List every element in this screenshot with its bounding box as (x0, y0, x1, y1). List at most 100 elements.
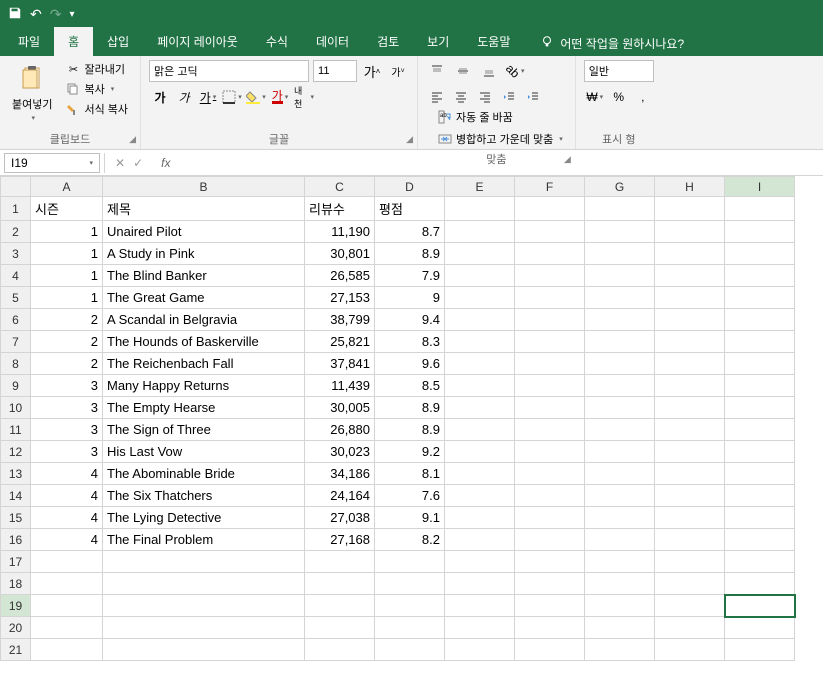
cell-B8[interactable]: The Reichenbach Fall (103, 353, 305, 375)
row-header-20[interactable]: 20 (1, 617, 31, 639)
cell-A15[interactable]: 4 (31, 507, 103, 529)
tab-insert[interactable]: 삽입 (93, 27, 143, 56)
cell-H13[interactable] (655, 463, 725, 485)
bold-button[interactable]: 가 (149, 86, 171, 108)
percent-button[interactable]: % (608, 86, 630, 108)
cell-E21[interactable] (445, 639, 515, 661)
cell-F12[interactable] (515, 441, 585, 463)
cell-E18[interactable] (445, 573, 515, 595)
cell-E19[interactable] (445, 595, 515, 617)
cell-G11[interactable] (585, 419, 655, 441)
cell-F11[interactable] (515, 419, 585, 441)
cell-E17[interactable] (445, 551, 515, 573)
cell-H15[interactable] (655, 507, 725, 529)
col-header-A[interactable]: A (31, 177, 103, 197)
cell-A3[interactable]: 1 (31, 243, 103, 265)
cell-G8[interactable] (585, 353, 655, 375)
font-color-button[interactable]: 가▾ (269, 86, 291, 108)
col-header-F[interactable]: F (515, 177, 585, 197)
row-header-17[interactable]: 17 (1, 551, 31, 573)
cell-I6[interactable] (725, 309, 795, 331)
cell-F3[interactable] (515, 243, 585, 265)
cell-H17[interactable] (655, 551, 725, 573)
cell-H4[interactable] (655, 265, 725, 287)
align-left-button[interactable] (426, 86, 448, 108)
cell-A4[interactable]: 1 (31, 265, 103, 287)
cell-E2[interactable] (445, 221, 515, 243)
cell-B6[interactable]: A Scandal in Belgravia (103, 309, 305, 331)
increase-indent-button[interactable] (522, 86, 544, 108)
cell-D6[interactable]: 9.4 (375, 309, 445, 331)
cell-E20[interactable] (445, 617, 515, 639)
cell-E8[interactable] (445, 353, 515, 375)
cell-E12[interactable] (445, 441, 515, 463)
cell-F2[interactable] (515, 221, 585, 243)
row-header-10[interactable]: 10 (1, 397, 31, 419)
row-header-18[interactable]: 18 (1, 573, 31, 595)
cell-D18[interactable] (375, 573, 445, 595)
cell-D13[interactable]: 8.1 (375, 463, 445, 485)
tab-file[interactable]: 파일 (4, 27, 54, 56)
row-header-6[interactable]: 6 (1, 309, 31, 331)
cell-H16[interactable] (655, 529, 725, 551)
cell-B10[interactable]: The Empty Hearse (103, 397, 305, 419)
decrease-indent-button[interactable] (498, 86, 520, 108)
border-button[interactable]: ▾ (221, 86, 243, 108)
cell-D3[interactable]: 8.9 (375, 243, 445, 265)
cell-B16[interactable]: The Final Problem (103, 529, 305, 551)
cell-H19[interactable] (655, 595, 725, 617)
cell-C10[interactable]: 30,005 (305, 397, 375, 419)
cell-G2[interactable] (585, 221, 655, 243)
cell-C16[interactable]: 27,168 (305, 529, 375, 551)
save-icon[interactable] (8, 6, 22, 23)
cell-D16[interactable]: 8.2 (375, 529, 445, 551)
cell-F14[interactable] (515, 485, 585, 507)
cell-H18[interactable] (655, 573, 725, 595)
cell-D20[interactable] (375, 617, 445, 639)
cell-F6[interactable] (515, 309, 585, 331)
cell-F21[interactable] (515, 639, 585, 661)
cell-E7[interactable] (445, 331, 515, 353)
cell-B2[interactable]: Unaired Pilot (103, 221, 305, 243)
tell-me-search[interactable]: 어떤 작업을 원하시나요? (532, 31, 692, 56)
cell-C13[interactable]: 34,186 (305, 463, 375, 485)
align-bottom-button[interactable] (478, 60, 500, 82)
orientation-button[interactable]: ab▾ (504, 60, 526, 82)
increase-font-button[interactable]: 가˄ (361, 60, 383, 82)
cell-D17[interactable] (375, 551, 445, 573)
cell-B13[interactable]: The Abominable Bride (103, 463, 305, 485)
cell-I7[interactable] (725, 331, 795, 353)
cell-F9[interactable] (515, 375, 585, 397)
select-all-corner[interactable] (1, 177, 31, 197)
cell-G13[interactable] (585, 463, 655, 485)
cell-H3[interactable] (655, 243, 725, 265)
col-header-C[interactable]: C (305, 177, 375, 197)
cell-B17[interactable] (103, 551, 305, 573)
cell-A9[interactable]: 3 (31, 375, 103, 397)
tab-data[interactable]: 데이터 (302, 27, 363, 56)
cell-A1[interactable]: 시즌 (31, 197, 103, 221)
cell-I15[interactable] (725, 507, 795, 529)
cell-G18[interactable] (585, 573, 655, 595)
cell-E4[interactable] (445, 265, 515, 287)
cell-A13[interactable]: 4 (31, 463, 103, 485)
cell-G12[interactable] (585, 441, 655, 463)
cell-I11[interactable] (725, 419, 795, 441)
cell-I16[interactable] (725, 529, 795, 551)
cell-E3[interactable] (445, 243, 515, 265)
cell-I4[interactable] (725, 265, 795, 287)
row-header-15[interactable]: 15 (1, 507, 31, 529)
cell-E15[interactable] (445, 507, 515, 529)
cell-G21[interactable] (585, 639, 655, 661)
cell-D1[interactable]: 평점 (375, 197, 445, 221)
cell-A14[interactable]: 4 (31, 485, 103, 507)
cell-E10[interactable] (445, 397, 515, 419)
cell-C9[interactable]: 11,439 (305, 375, 375, 397)
cell-G3[interactable] (585, 243, 655, 265)
cell-H21[interactable] (655, 639, 725, 661)
cell-D12[interactable]: 9.2 (375, 441, 445, 463)
cell-H20[interactable] (655, 617, 725, 639)
cell-A12[interactable]: 3 (31, 441, 103, 463)
font-name-select[interactable] (149, 60, 309, 82)
cell-D9[interactable]: 8.5 (375, 375, 445, 397)
